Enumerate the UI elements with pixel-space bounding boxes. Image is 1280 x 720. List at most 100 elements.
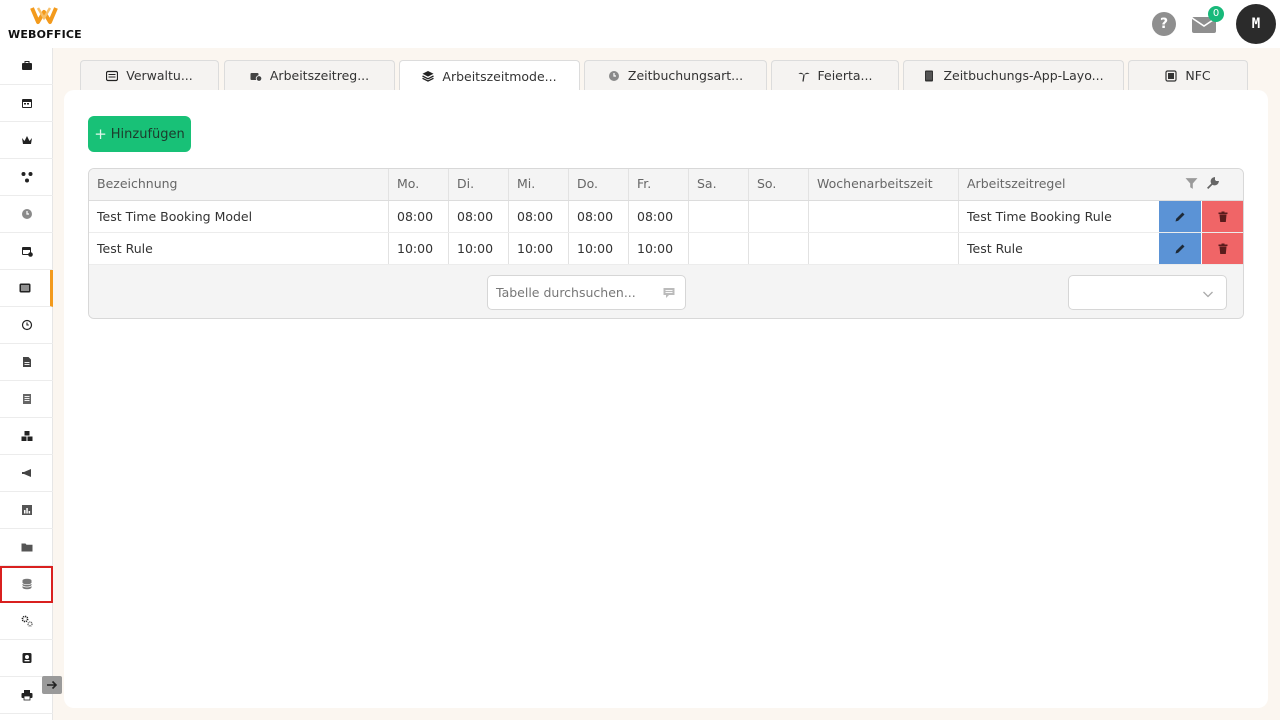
clock-icon — [21, 209, 32, 219]
tab-feiertage[interactable]: Feierta... — [771, 60, 899, 90]
help-button[interactable]: ? — [1152, 12, 1176, 36]
tab-nfc[interactable]: NFC — [1128, 60, 1248, 90]
tab-label: Feierta... — [817, 68, 873, 83]
weboffice-logo[interactable]: WEBOFFICE — [8, 6, 82, 42]
tab-verwaltung[interactable]: Verwaltu... — [80, 60, 219, 90]
table-search-input[interactable]: Tabelle durchsuchen... — [487, 275, 686, 310]
column-header[interactable]: Mo. — [389, 169, 449, 200]
nfc-card-icon — [1165, 69, 1177, 82]
calendar-user-icon — [21, 247, 33, 257]
column-header[interactable]: Sa. — [689, 169, 749, 200]
column-header[interactable]: Bezeichnung — [89, 169, 389, 200]
column-header[interactable]: Fr. — [629, 169, 689, 200]
sidebar-item-cogs[interactable] — [0, 603, 53, 640]
filter-icon[interactable] — [1185, 177, 1198, 190]
wrench-icon[interactable] — [1206, 177, 1219, 190]
sidebar-item-document[interactable] — [0, 381, 53, 418]
column-header[interactable]: Mi. — [509, 169, 569, 200]
chevron-down-icon — [1203, 291, 1213, 298]
cogs-icon — [21, 615, 33, 627]
sidebar-item-network[interactable] — [0, 159, 53, 196]
palm-tree-icon — [798, 72, 809, 82]
edit-button[interactable] — [1159, 233, 1201, 264]
delete-button[interactable] — [1202, 233, 1243, 264]
tab-label: Verwaltu... — [126, 68, 193, 83]
table-row[interactable]: Test Rule 10:00 10:00 10:00 10:00 10:00 … — [89, 233, 1243, 265]
sidebar-item-list-alt[interactable] — [0, 270, 53, 307]
table-cell: 08:00 — [569, 201, 629, 232]
sidebar-item-history[interactable] — [0, 307, 53, 344]
sidebar-item-clock[interactable] — [0, 196, 53, 233]
column-header[interactable]: Arbeitszeitregel — [959, 169, 1159, 200]
brand-name: WEBOFFICE — [8, 28, 82, 41]
table-footer: Tabelle durchsuchen... — [89, 266, 1243, 318]
tablet-icon — [925, 70, 934, 81]
table-cell: 08:00 — [449, 201, 509, 232]
content-panel: + Hinzufügen Bezeichnung Mo. Di. Mi. Do.… — [64, 90, 1268, 708]
sidebar-item-file[interactable] — [0, 344, 53, 381]
document-icon — [22, 394, 31, 404]
tab-arbeitszeitmodelle[interactable]: Arbeitszeitmode... — [399, 60, 580, 91]
history-icon — [21, 319, 32, 331]
trash-icon — [1218, 211, 1228, 222]
comment-icon — [663, 288, 675, 298]
sidebar-item-crown[interactable] — [0, 122, 53, 159]
header-tools — [1185, 177, 1219, 190]
table-cell — [809, 233, 959, 264]
column-header[interactable]: Do. — [569, 169, 629, 200]
clock-icon — [608, 70, 619, 81]
calendar-icon — [21, 99, 32, 108]
folder-icon — [21, 543, 32, 552]
edit-button[interactable] — [1159, 201, 1201, 232]
delete-button[interactable] — [1202, 201, 1243, 232]
sidebar — [0, 48, 53, 720]
table-cell — [689, 233, 749, 264]
sidebar-item-id-badge[interactable] — [0, 640, 53, 677]
tab-zeitbuchungs-app-layout[interactable]: Zeitbuchungs-App-Layo... — [903, 60, 1124, 90]
file-icon — [22, 357, 31, 367]
list-alt-icon — [19, 283, 31, 293]
briefcase-icon — [21, 61, 32, 70]
sidebar-toggle-button[interactable] — [42, 676, 62, 694]
trash-icon — [1218, 243, 1228, 254]
sidebar-item-megaphone[interactable] — [0, 455, 53, 492]
sidebar-item-bar-chart[interactable] — [0, 492, 53, 529]
add-button-label: Hinzufügen — [110, 126, 185, 142]
pencil-icon — [1175, 212, 1185, 221]
add-button[interactable]: + Hinzufügen — [88, 116, 191, 152]
sidebar-item-calendar[interactable] — [0, 85, 53, 122]
table-cell: 10:00 — [509, 233, 569, 264]
table-cell: 10:00 — [389, 233, 449, 264]
tab-arbeitszeitregeln[interactable]: Arbeitszeitreg... — [224, 60, 395, 90]
column-header[interactable]: Di. — [449, 169, 509, 200]
plus-icon: + — [94, 124, 107, 143]
tab-label: Arbeitszeitreg... — [269, 68, 370, 83]
sidebar-item-folder[interactable] — [0, 529, 53, 566]
table-cell: 08:00 — [629, 201, 689, 232]
sidebar-item-briefcase[interactable] — [0, 48, 53, 85]
network-icon — [21, 172, 32, 183]
data-table: Bezeichnung Mo. Di. Mi. Do. Fr. Sa. So. … — [88, 168, 1244, 319]
tab-zeitbuchungsarten[interactable]: Zeitbuchungsart... — [584, 60, 767, 90]
table-cell: 08:00 — [389, 201, 449, 232]
id-badge-icon — [22, 653, 31, 663]
search-placeholder: Tabelle durchsuchen... — [496, 285, 636, 300]
bar-chart-icon — [21, 505, 32, 515]
page-size-select[interactable] — [1068, 275, 1227, 310]
top-bar: WEBOFFICE ? 0 M — [0, 0, 1280, 48]
arrow-right-icon — [47, 680, 58, 690]
briefcase-clock-icon — [250, 72, 262, 82]
table-cell: 10:00 — [569, 233, 629, 264]
table-cell — [749, 201, 809, 232]
table-cell — [809, 201, 959, 232]
column-header[interactable]: So. — [749, 169, 809, 200]
table-header-row: Bezeichnung Mo. Di. Mi. Do. Fr. Sa. So. … — [89, 169, 1243, 201]
table-row[interactable]: Test Time Booking Model 08:00 08:00 08:0… — [89, 201, 1243, 233]
printer-icon — [21, 690, 32, 701]
sidebar-item-calendar-user[interactable] — [0, 233, 53, 270]
user-avatar[interactable]: M — [1236, 4, 1276, 44]
sidebar-item-database[interactable] — [0, 566, 53, 603]
column-header[interactable]: Wochenarbeitszeit — [809, 169, 959, 200]
table-cell: 08:00 — [509, 201, 569, 232]
sidebar-item-cubes[interactable] — [0, 418, 53, 455]
